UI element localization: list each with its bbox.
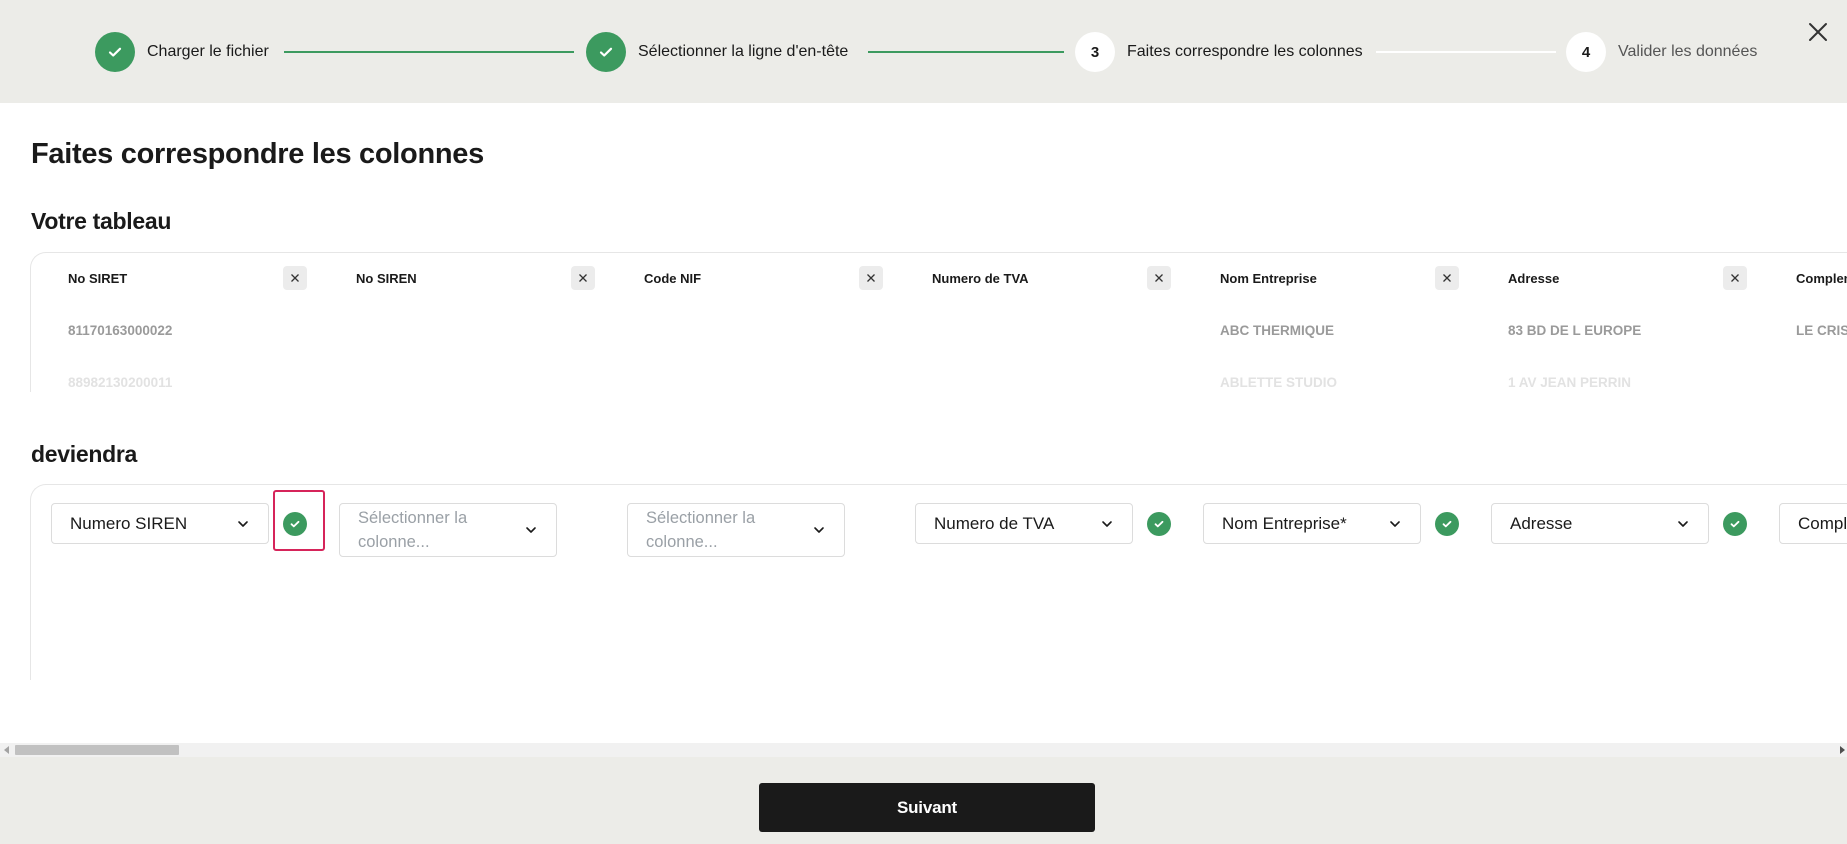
- table-column: Code NIF: [607, 253, 895, 392]
- remove-column-button[interactable]: [1435, 266, 1459, 290]
- table-cell: 1 AV JEAN PERRIN: [1508, 375, 1632, 390]
- mapping-select[interactable]: Numero SIREN: [51, 503, 269, 544]
- mapping-section-title: deviendra: [31, 441, 137, 467]
- table-cell: 81170163000022: [68, 323, 173, 338]
- column-header: Complem: [1796, 271, 1847, 286]
- select-value: Comple: [1798, 513, 1847, 533]
- step-upload-file: Charger le fichier: [95, 32, 269, 72]
- step-connector: [284, 51, 574, 53]
- table-column: Nom Entreprise ABC THERMIQUE ABLETTE STU…: [1183, 253, 1471, 392]
- page-title: Faites correspondre les colonnes: [31, 138, 484, 170]
- check-circle-icon: [1723, 512, 1747, 536]
- select-placeholder: Sélectionner la colonne...: [358, 509, 468, 551]
- mapping-select[interactable]: Nom Entreprise*: [1203, 503, 1421, 544]
- close-icon: [291, 274, 299, 282]
- mapping-column: Sélectionner la colonne...: [319, 485, 607, 680]
- footer: Suivant: [0, 757, 1847, 844]
- column-header: Numero de TVA: [932, 271, 1029, 286]
- table-cell: ABC THERMIQUE: [1220, 323, 1334, 338]
- table-column: Complem LE CRIS: [1759, 253, 1847, 392]
- step-validate-data: 4 Valider les données: [1566, 32, 1757, 72]
- scrollbar-thumb[interactable]: [15, 745, 179, 755]
- table-cell: 88982130200011: [68, 375, 173, 390]
- scroll-left-icon[interactable]: [4, 746, 9, 754]
- chevron-down-icon: [814, 527, 824, 533]
- mapping-column: Comple: [1759, 485, 1847, 680]
- mapping-select[interactable]: Adresse: [1491, 503, 1709, 544]
- step-number: 4: [1566, 32, 1606, 72]
- step-label: Sélectionner la ligne d'en-tête: [638, 43, 849, 60]
- remove-column-button[interactable]: [1723, 266, 1747, 290]
- close-icon: [1731, 274, 1739, 282]
- mapping-select[interactable]: Numero de TVA: [915, 503, 1133, 544]
- remove-column-button[interactable]: [859, 266, 883, 290]
- select-value: Nom Entreprise*: [1222, 513, 1347, 533]
- table-column: Numero de TVA: [895, 253, 1183, 392]
- table-column: No SIREN: [319, 253, 607, 392]
- table-cell: 83 BD DE L EUROPE: [1508, 323, 1642, 338]
- check-icon: [586, 32, 626, 72]
- step-label: Charger le fichier: [147, 43, 269, 60]
- table-cell: LE CRIS: [1796, 323, 1847, 338]
- mapping-column: Sélectionner la colonne...: [607, 485, 895, 680]
- mapping-column: Numero SIREN: [31, 485, 325, 680]
- step-number: 3: [1075, 32, 1115, 72]
- chevron-down-icon: [1102, 520, 1112, 527]
- highlight-box: [273, 490, 325, 551]
- column-header: No SIREN: [356, 271, 417, 286]
- chevron-down-icon: [526, 527, 536, 533]
- column-header: Code NIF: [644, 271, 702, 286]
- next-button[interactable]: Suivant: [759, 783, 1095, 832]
- select-placeholder: Sélectionner la colonne...: [646, 509, 756, 551]
- column-header: Nom Entreprise: [1220, 271, 1317, 286]
- close-icon: [1443, 274, 1451, 282]
- close-icon: [1155, 274, 1163, 282]
- mapping-select[interactable]: Sélectionner la colonne...: [627, 503, 845, 557]
- table-section-title: Votre tableau: [31, 208, 172, 234]
- step-match-columns: 3 Faites correspondre les colonnes: [1075, 32, 1363, 72]
- step-label: Valider les données: [1618, 43, 1758, 60]
- select-value: Numero SIREN: [70, 513, 188, 533]
- column-mapping: Numero SIREN Sélectionner la colonne... …: [30, 484, 1847, 680]
- step-select-header: Sélectionner la ligne d'en-tête: [586, 32, 848, 72]
- column-header: No SIRET: [68, 271, 128, 286]
- check-circle-icon: [1435, 512, 1459, 536]
- table-column: No SIRET 81170163000022 88982130200011: [31, 253, 319, 392]
- mapping-column: Numero de TVA: [895, 485, 1183, 680]
- stepper: Charger le fichier Sélectionner la ligne…: [0, 0, 1847, 103]
- check-icon: [95, 32, 135, 72]
- mapping-select[interactable]: Comple: [1779, 503, 1847, 544]
- mapping-column: Nom Entreprise*: [1183, 485, 1471, 680]
- remove-column-button[interactable]: [571, 266, 595, 290]
- close-icon: [579, 274, 587, 282]
- close-icon: [867, 274, 875, 282]
- chevron-down-icon: [238, 520, 248, 527]
- remove-column-button[interactable]: [283, 266, 307, 290]
- mapping-select[interactable]: Sélectionner la colonne...: [339, 503, 557, 557]
- column-header: Adresse: [1508, 271, 1560, 286]
- source-table: No SIRET 81170163000022 88982130200011 N…: [30, 252, 1847, 392]
- chevron-down-icon: [1678, 520, 1688, 527]
- step-connector: [868, 51, 1064, 53]
- select-value: Adresse: [1510, 513, 1573, 533]
- step-connector: [1376, 51, 1556, 53]
- table-cell: ABLETTE STUDIO: [1220, 375, 1337, 390]
- scroll-right-icon[interactable]: [1840, 746, 1845, 754]
- remove-column-button[interactable]: [1147, 266, 1171, 290]
- step-label: Faites correspondre les colonnes: [1127, 43, 1363, 60]
- mapping-column: Adresse: [1471, 485, 1759, 680]
- horizontal-scrollbar[interactable]: [0, 743, 1847, 757]
- close-button[interactable]: [1804, 18, 1832, 46]
- check-circle-icon: [1147, 512, 1171, 536]
- table-column: Adresse 83 BD DE L EUROPE 1 AV JEAN PERR…: [1471, 253, 1759, 392]
- close-icon: [1809, 23, 1827, 41]
- chevron-down-icon: [1390, 520, 1400, 527]
- select-value: Numero de TVA: [934, 513, 1055, 533]
